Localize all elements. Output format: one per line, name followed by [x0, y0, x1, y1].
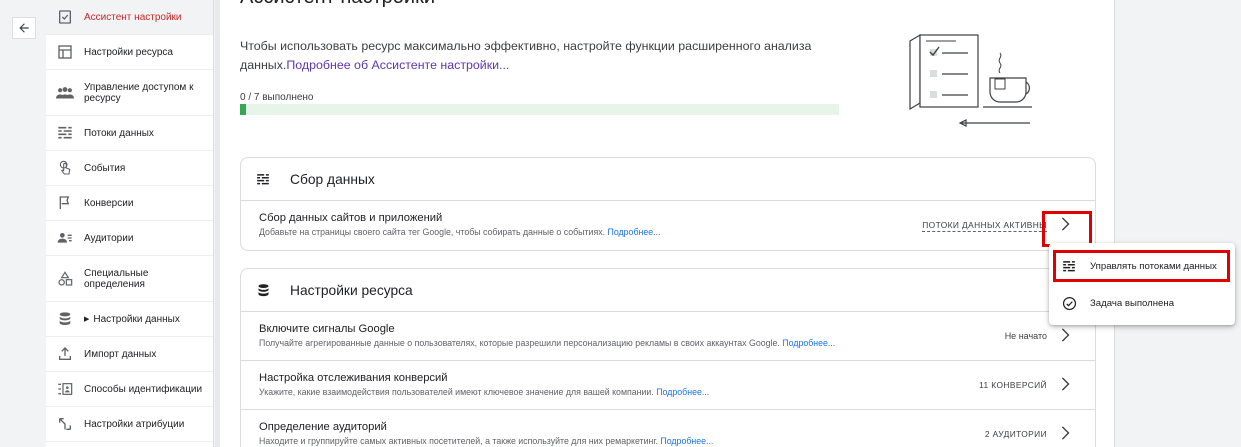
attribution-icon: [56, 415, 74, 433]
menu-item-task-done[interactable]: Задача выполнена: [1049, 285, 1235, 322]
sidebar-item-audiences[interactable]: Аудитории: [46, 221, 213, 256]
back-button[interactable]: [12, 17, 36, 39]
sidebar-item-label: Импорт данных: [84, 348, 157, 360]
right-pane: [1114, 0, 1241, 447]
streams-icon: [255, 171, 271, 187]
learn-more-link[interactable]: Подробнее...: [660, 436, 713, 446]
layout-icon: [56, 43, 74, 61]
sidebar-item-label: Управление доступом к ресурсу: [84, 81, 194, 104]
sidebar-item-label: Конверсии: [84, 197, 134, 209]
sidebar-item-label: Аудитории: [84, 232, 134, 244]
sidebar-item-access-management[interactable]: Управление доступом к ресурсу: [46, 70, 213, 116]
highlight-chevron: [1042, 211, 1092, 247]
card-header: Сбор данных: [241, 158, 1095, 201]
checklist-illustration-icon: [909, 33, 1032, 127]
intro-text: Чтобы использовать ресурс максимально эф…: [240, 37, 840, 75]
card-title: Сбор данных: [290, 171, 375, 187]
identity-icon: [56, 380, 74, 398]
chevron-right-icon[interactable]: [1057, 425, 1073, 441]
main-content: Ассистент настройки Чтобы использовать р…: [220, 0, 1114, 447]
task-subtitle: Укажите, какие взаимодействия пользовате…: [259, 387, 710, 397]
checklist-icon: [56, 8, 74, 26]
streams-icon: [56, 124, 74, 142]
sidebar-item-reporting-identity[interactable]: Способы идентификации: [46, 372, 213, 407]
chevron-right-icon[interactable]: [1057, 327, 1073, 343]
people-icon: [56, 84, 74, 102]
caret-right-icon: ▶: [84, 316, 90, 323]
task-row-conversions[interactable]: Настройка отслеживания конверсий Укажите…: [241, 361, 1095, 410]
task-title: Настройка отслеживания конверсий: [259, 372, 448, 384]
database-icon: [255, 282, 271, 298]
sidebar-item-label: Ассистент настройки: [84, 11, 182, 23]
sidebar-item-label: Специальные определения: [84, 267, 149, 290]
database-icon: [56, 310, 74, 328]
task-title: Определение аудиторий: [259, 421, 387, 433]
app-root: Ассистент настройки Настройки ресурса Уп…: [0, 0, 1241, 447]
progress-bar-fill: [240, 104, 246, 115]
task-row-google-signals[interactable]: Включите сигналы Google Получайте агреги…: [241, 312, 1095, 361]
status-badge: 2 АУДИТОРИИ: [984, 429, 1047, 439]
card-header: Настройки ресурса: [241, 269, 1095, 312]
card-title: Настройки ресурса: [290, 282, 413, 298]
sidebar-item-property-settings[interactable]: Настройки ресурса: [46, 35, 213, 70]
learn-more-link[interactable]: Подробнее...: [782, 338, 835, 348]
card-data-collection: Сбор данных Сбор данных сайтов и приложе…: [240, 157, 1096, 251]
sidebar-item-attribution-settings[interactable]: Настройки атрибуции: [46, 407, 213, 442]
sidebar-item-label: Потоки данных: [84, 127, 154, 139]
sidebar-item-data-import[interactable]: Импорт данных: [46, 337, 213, 372]
learn-more-link[interactable]: Подробнее...: [608, 227, 661, 237]
status-badge[interactable]: ПОТОКИ ДАННЫХ АКТИВНЫ: [922, 220, 1047, 232]
sidebar-item-label: Настройки атрибуции: [84, 418, 185, 430]
task-subtitle: Получайте агрегированные данные о пользо…: [259, 338, 836, 348]
page-title: Ассистент настройки: [240, 0, 435, 9]
arrow-left-icon: [19, 23, 29, 33]
sidebar-item-conversions[interactable]: Конверсии: [46, 186, 213, 221]
shapes-icon: [56, 270, 74, 288]
progress-bar: [240, 104, 839, 115]
sidebar-item-custom-definitions[interactable]: Специальные определения: [46, 256, 213, 302]
sidebar-item-setup-assistant[interactable]: Ассистент настройки: [46, 0, 213, 35]
progress-text: 0 / 7 выполнено: [240, 92, 314, 103]
status-badge: 11 КОНВЕРСИЙ: [979, 380, 1047, 390]
sidebar-item-label: Способы идентификации: [84, 383, 203, 395]
highlight-menu-item: [1053, 250, 1230, 282]
left-rail: [0, 0, 46, 447]
sidebar-item-label: Настройки данных: [93, 313, 180, 325]
task-row-data-collection[interactable]: Сбор данных сайтов и приложений Добавьте…: [241, 201, 1095, 250]
flag-icon: [56, 194, 74, 212]
learn-more-link[interactable]: Подробнее...: [656, 387, 709, 397]
card-property-settings: Настройки ресурса Включите сигналы Googl…: [240, 268, 1096, 447]
chevron-right-icon[interactable]: [1057, 376, 1073, 392]
sidebar-item-label: События: [84, 162, 126, 174]
sidebar-item-data-streams[interactable]: Потоки данных: [46, 116, 213, 151]
upload-icon: [56, 345, 74, 363]
sidebar-item-events[interactable]: События: [46, 151, 213, 186]
sidebar-nav: Ассистент настройки Настройки ресурса Уп…: [46, 0, 214, 447]
audience-icon: [56, 229, 74, 247]
menu-item-label: Задача выполнена: [1090, 298, 1175, 309]
touch-icon: [56, 159, 74, 177]
task-row-audiences[interactable]: Определение аудиторий Находите и группир…: [241, 410, 1095, 447]
sidebar-item-data-settings[interactable]: ▶ Настройки данных: [46, 302, 213, 337]
status-badge: Не начато: [1004, 331, 1047, 341]
task-title: Включите сигналы Google: [259, 323, 395, 335]
check-circle-icon: [1061, 296, 1077, 312]
intro-learn-more-link[interactable]: Подробнее об Ассистенте настройки...: [286, 58, 509, 72]
sidebar-item-label: Настройки ресурса: [84, 46, 173, 58]
task-subtitle: Находите и группируйте самых активных по…: [259, 436, 714, 446]
